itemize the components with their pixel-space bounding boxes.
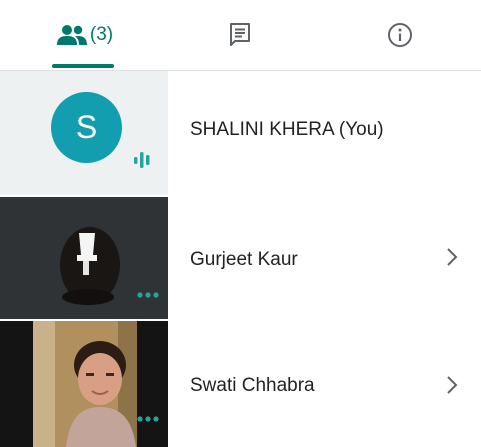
tab-chat[interactable] xyxy=(190,0,290,70)
more-options-icon xyxy=(137,416,159,422)
participant-name: SHALINI KHERA (You) xyxy=(190,119,384,140)
video-frame-image xyxy=(0,197,168,319)
participant-video xyxy=(0,321,168,447)
tab-bar: (3) xyxy=(0,0,481,71)
participant-row[interactable]: Gurjeet Kaur xyxy=(0,197,481,319)
more-options-icon xyxy=(137,292,159,298)
participant-count: (3) xyxy=(89,24,114,45)
participant-row[interactable]: S SHALINI KHERA (You) xyxy=(0,71,481,195)
participant-row[interactable]: Swati Chhabra xyxy=(0,321,481,447)
people-icon xyxy=(56,25,87,45)
chevron-right-icon[interactable] xyxy=(445,246,459,268)
participant-tile: S xyxy=(0,71,168,195)
tab-people[interactable]: (3) xyxy=(30,0,140,70)
info-icon xyxy=(388,23,412,47)
chat-icon xyxy=(230,23,250,46)
audio-level-icon xyxy=(134,152,150,168)
meeting-participants-panel: (3) S SHALINI KHERA (You) Gurjeet Kaur S… xyxy=(0,0,481,447)
chevron-right-icon[interactable] xyxy=(445,374,459,396)
avatar: S xyxy=(51,92,122,163)
participant-video xyxy=(0,197,168,319)
video-frame-image xyxy=(0,321,168,447)
active-tab-indicator xyxy=(52,64,114,68)
participant-name: Swati Chhabra xyxy=(190,375,315,396)
tab-info[interactable] xyxy=(350,0,450,70)
participant-name: Gurjeet Kaur xyxy=(190,249,298,270)
